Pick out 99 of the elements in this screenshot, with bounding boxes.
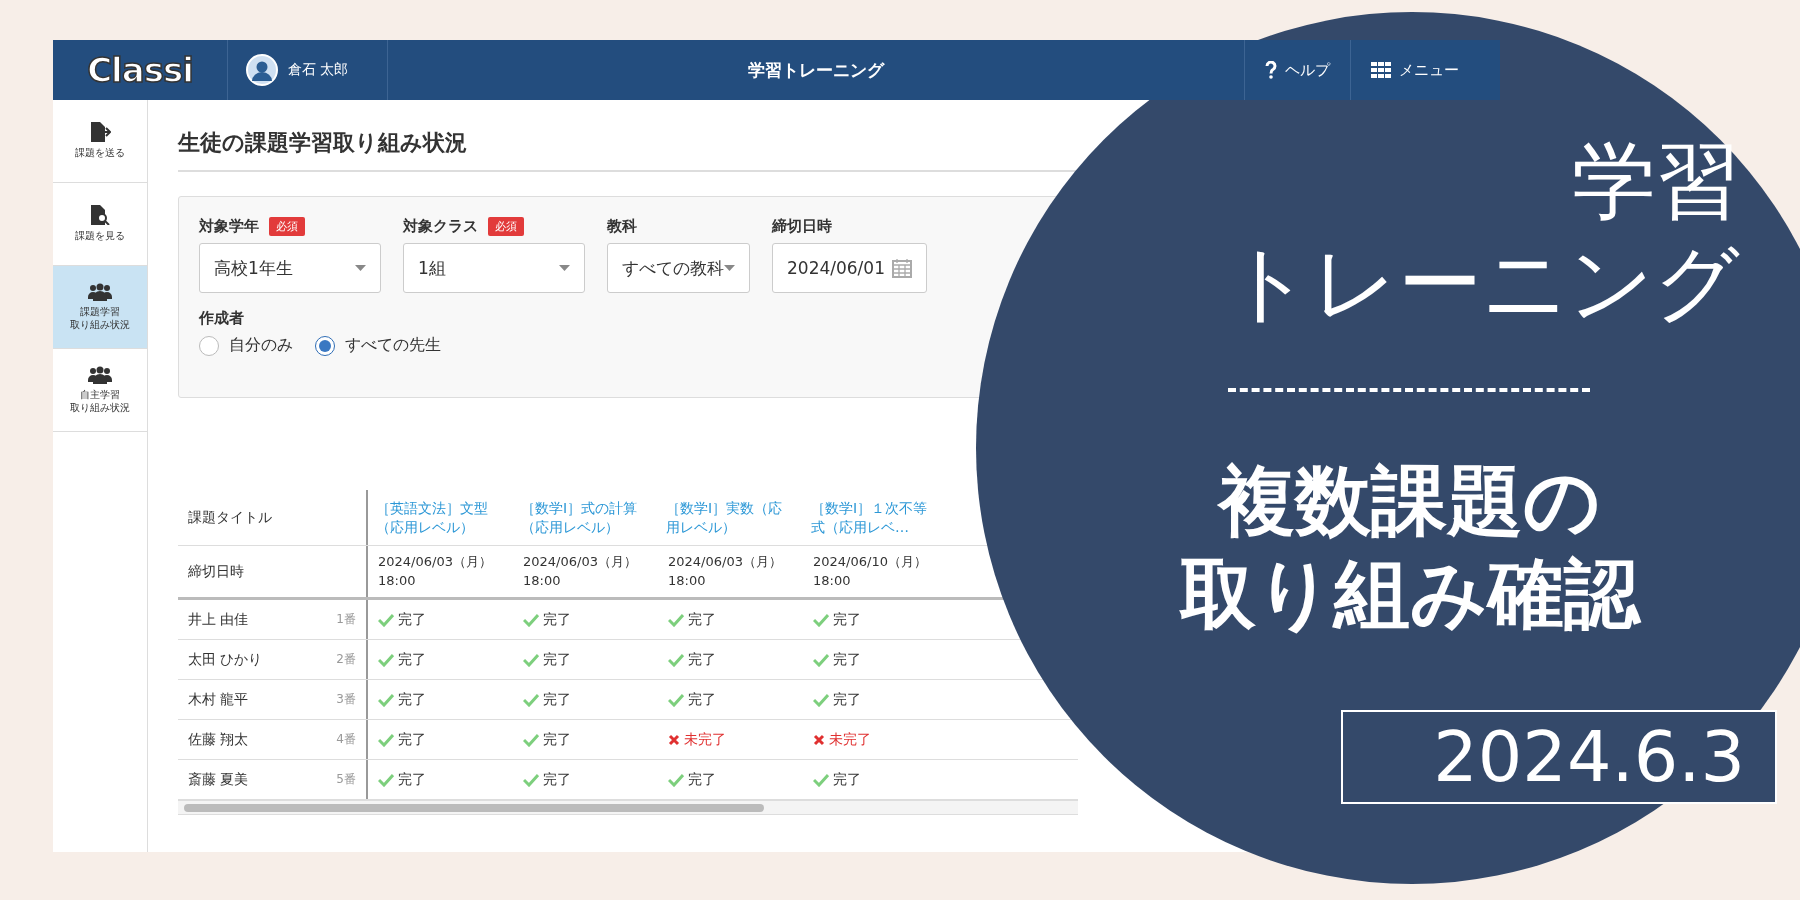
field-label: 教科 (607, 217, 637, 236)
check-icon (378, 692, 394, 707)
check-icon (523, 652, 539, 667)
status-text: 完了 (688, 690, 716, 709)
app-title: 学習トレーニング (747, 58, 886, 82)
scrollbar[interactable] (178, 800, 1078, 814)
check-icon (668, 772, 684, 787)
student-name: 井上 由佳 (188, 610, 249, 629)
check-icon (813, 612, 829, 627)
header-cell: 締切日時 (188, 562, 244, 581)
check-icon (813, 772, 829, 787)
cross-icon (668, 733, 680, 746)
banner-date: 2024.6.3 (1341, 710, 1777, 804)
deadline-cell-text: 2024/06/10（月） 18:00 (812, 553, 928, 590)
banner-title: トレーニング (1226, 233, 1740, 335)
student-name: 佐藤 翔太 (188, 730, 249, 749)
check-icon (378, 772, 394, 787)
check-icon (668, 612, 684, 627)
deadline-cell-text: 2024/06/03（月） 18:00 (667, 553, 783, 590)
banner-subtitle: 取り組み確認 (1180, 547, 1640, 640)
check-icon (668, 692, 684, 707)
radio-option[interactable]: 自分のみ (199, 335, 293, 356)
status-text: 完了 (688, 610, 716, 629)
assignment-link[interactable]: ［数学Ⅰ］１次不等式（応用レベ… (803, 490, 948, 545)
date-field[interactable]: 2024/06/01 (772, 243, 927, 293)
field-label: 対象学年 (199, 217, 259, 236)
sidebar-label: 取り組み状況 (70, 318, 130, 332)
field-label: 対象クラス (403, 217, 478, 236)
assignment-link[interactable]: ［数学Ⅰ］式の計算（応用レベル） (513, 490, 658, 545)
student-number: 1番 (336, 611, 356, 628)
status-text: 完了 (398, 650, 426, 669)
status-text: 完了 (688, 770, 716, 789)
user-name: 倉石 太郎 (288, 61, 349, 79)
banner-subtitle: 複数課題の (1219, 455, 1601, 547)
check-icon (378, 652, 394, 667)
header-cell: 課題タイトル (188, 508, 272, 527)
status-text: 完了 (543, 770, 571, 789)
status-text: 完了 (543, 610, 571, 629)
check-icon (523, 612, 539, 627)
select-field[interactable]: すべての教科 (607, 243, 750, 293)
sidebar-item[interactable]: 課題学習 取り組み状況 (53, 266, 147, 349)
required-badge: 必須 (269, 217, 305, 236)
student-name: 木村 龍平 (188, 690, 249, 709)
caret-icon (559, 265, 570, 271)
sidebar-label: 課題を送る (75, 146, 125, 160)
status-text: 完了 (543, 690, 571, 709)
check-icon (813, 652, 829, 667)
check-icon (378, 612, 394, 627)
sidebar-label: 課題を見る (75, 229, 125, 243)
people-icon (88, 365, 112, 384)
student-number: 5番 (336, 771, 356, 788)
status-text: 完了 (398, 730, 426, 749)
check-icon (668, 652, 684, 667)
status-text: 完了 (833, 650, 861, 669)
select-field[interactable]: 1組 (403, 243, 585, 293)
calendar-icon (892, 258, 912, 278)
status-text: 未完了 (684, 730, 726, 749)
student-name: 太田 ひかり (188, 650, 263, 669)
file-arrow-icon (89, 122, 111, 143)
status-text: 完了 (543, 650, 571, 669)
grid-icon (1371, 62, 1391, 78)
select-field[interactable]: 高校1年生 (199, 243, 381, 293)
avatar-icon (246, 54, 278, 86)
sidebar-label: 取り組み状況 (70, 401, 130, 415)
required-badge: 必須 (488, 217, 524, 236)
field-label: 締切日時 (772, 217, 832, 236)
status-text: 完了 (398, 770, 426, 789)
student-name: 斎藤 夏美 (188, 770, 249, 789)
sidebar-label: 課題学習 (79, 304, 121, 318)
radio-option[interactable]: すべての先生 (315, 335, 441, 356)
check-icon (813, 692, 829, 707)
people-icon (88, 282, 112, 301)
banner-title: 学習 (1572, 131, 1740, 232)
check-icon (378, 732, 394, 747)
student-number: 4番 (336, 731, 356, 748)
status-text: 完了 (833, 690, 861, 709)
check-icon (523, 772, 539, 787)
caret-icon (355, 265, 366, 271)
file-search-icon (89, 205, 111, 226)
status-text: 完了 (833, 770, 861, 789)
assignment-link[interactable]: ［数学Ⅰ］実数（応用レベル） (658, 490, 803, 545)
question-icon (1265, 61, 1277, 79)
cross-icon (813, 733, 825, 746)
status-text: 完了 (688, 650, 716, 669)
status-text: 完了 (543, 730, 571, 749)
check-icon (523, 692, 539, 707)
check-icon (523, 732, 539, 747)
student-number: 2番 (336, 651, 356, 668)
deadline-cell-text: 2024/06/03（月） 18:00 (377, 553, 493, 590)
field-label: 作成者 (199, 309, 245, 328)
status-text: 完了 (398, 610, 426, 629)
sidebar-label: 自主学習 (79, 387, 121, 401)
student-number: 3番 (336, 691, 356, 708)
deadline-cell-text: 2024/06/03（月） 18:00 (522, 553, 638, 590)
status-text: 完了 (833, 610, 861, 629)
caret-icon (724, 265, 735, 271)
status-text: 完了 (398, 690, 426, 709)
status-text: 未完了 (829, 730, 871, 749)
scrollbar-thumb[interactable] (184, 803, 764, 812)
